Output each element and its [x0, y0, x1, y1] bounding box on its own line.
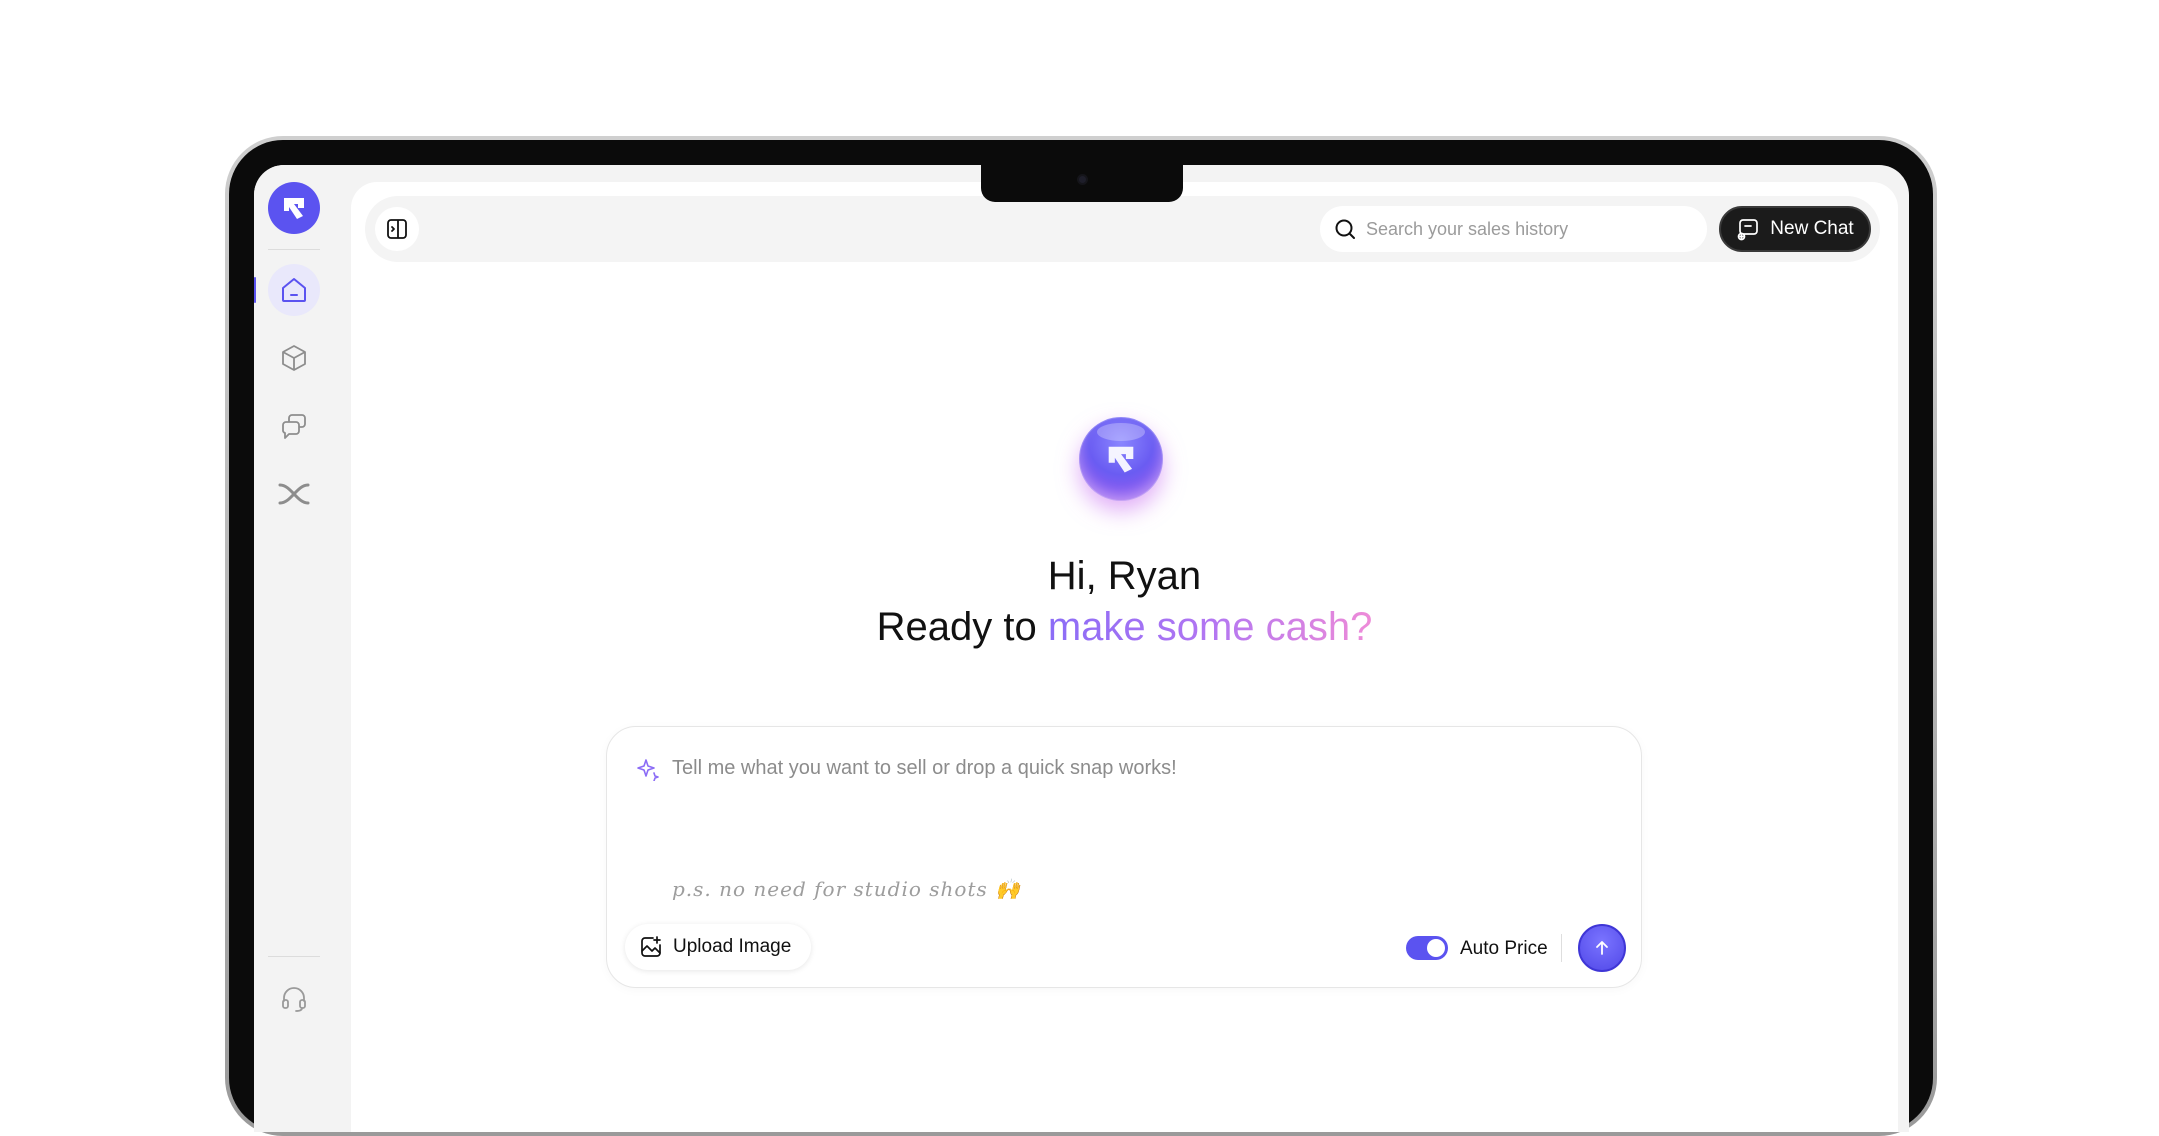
auto-price-label: Auto Price	[1460, 938, 1548, 959]
send-button[interactable]	[1578, 924, 1626, 972]
sidebar-item-home[interactable]	[268, 264, 320, 316]
support-button[interactable]	[268, 973, 320, 1025]
sparkle-icon	[637, 759, 659, 781]
app-screen: New Chat Hi, Ryan Ready to make some cas…	[254, 165, 1909, 1132]
sidebar-item-products[interactable]	[268, 332, 320, 384]
new-chat-icon	[1737, 219, 1759, 241]
search-input[interactable]	[1366, 218, 1686, 240]
sidebar-bottom-divider	[268, 956, 320, 957]
camera-notch	[981, 165, 1183, 202]
toggle-knob	[1427, 939, 1445, 957]
prompt-hint: p.s. no need for studio shots 🙌	[672, 877, 1022, 901]
sidebar-item-chats[interactable]	[268, 400, 320, 452]
tagline-highlight: make some cash?	[1047, 605, 1373, 649]
new-chat-label: New Chat	[1770, 218, 1854, 239]
sidebar-divider	[268, 249, 320, 250]
sidebar-item-integrations[interactable]	[268, 468, 320, 520]
search-bar[interactable]	[1320, 206, 1707, 252]
assistant-orb	[1079, 417, 1163, 501]
laptop-bezel: New Chat Hi, Ryan Ready to make some cas…	[229, 140, 1933, 1132]
prompt-input[interactable]: Tell me what you want to sell or drop a …	[672, 757, 1177, 780]
top-bar: New Chat	[365, 196, 1880, 262]
image-upload-icon	[641, 936, 661, 957]
laptop-frame: New Chat Hi, Ryan Ready to make some cas…	[225, 136, 1937, 1136]
active-indicator	[254, 277, 256, 303]
prompt-composer[interactable]: Tell me what you want to sell or drop a …	[606, 726, 1642, 988]
camera-icon	[1077, 174, 1088, 185]
home-icon	[282, 278, 306, 302]
new-chat-button[interactable]: New Chat	[1719, 206, 1871, 252]
app-logo[interactable]	[268, 182, 320, 234]
greeting-title: Hi, Ryan	[1047, 554, 1202, 598]
upload-image-label: Upload Image	[673, 936, 792, 957]
greeting-tagline: Ready to make some cash?	[351, 605, 1898, 650]
composer-divider	[1561, 934, 1562, 962]
search-icon	[1335, 219, 1355, 239]
headset-icon	[282, 987, 306, 1012]
sidebar-toggle-icon	[387, 219, 407, 239]
main-panel: New Chat Hi, Ryan Ready to make some cas…	[351, 182, 1898, 1132]
sidebar-toggle-button[interactable]	[375, 207, 419, 251]
shuffle-icon	[278, 483, 310, 505]
arrow-up-icon	[1596, 941, 1608, 955]
upload-image-button[interactable]: Upload Image	[625, 924, 812, 970]
arrow-up-right-logo-icon	[1108, 446, 1134, 473]
arrow-up-right-logo-icon	[284, 198, 304, 219]
sidebar	[254, 165, 351, 1132]
auto-price-toggle[interactable]	[1406, 936, 1448, 960]
chat-bubbles-icon	[282, 414, 306, 439]
cube-icon	[282, 345, 306, 371]
tagline-prefix: Ready to	[876, 605, 1048, 649]
